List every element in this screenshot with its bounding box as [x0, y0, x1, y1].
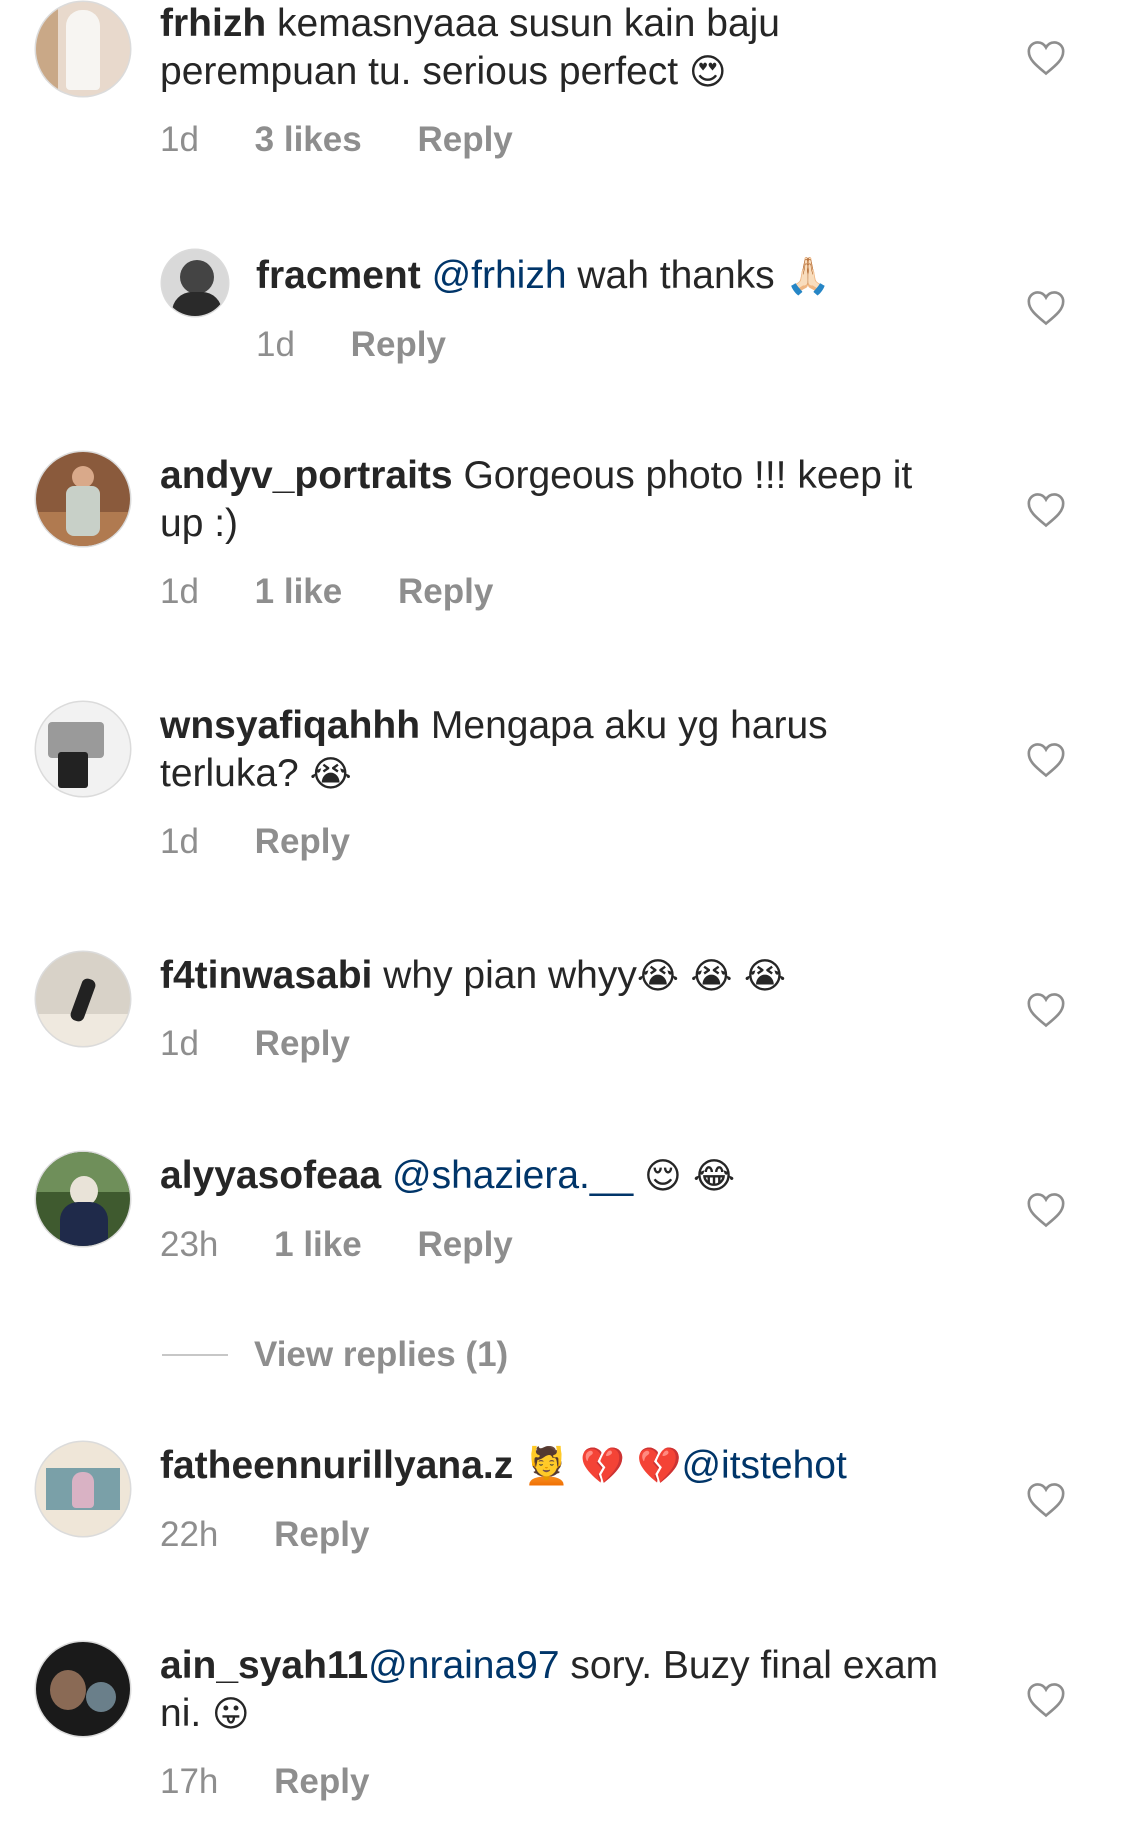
username[interactable]: fatheennurillyana.z — [160, 1444, 513, 1487]
likes-count[interactable]: 1 like — [255, 572, 343, 611]
comment-time: 1d — [256, 325, 295, 364]
view-replies-button[interactable]: View replies (1) — [162, 1335, 508, 1375]
comment-text: why pian whyy — [383, 954, 637, 997]
username[interactable]: alyyasofeaa — [160, 1154, 381, 1197]
avatar[interactable] — [36, 452, 130, 546]
mention-link[interactable]: @itstehot — [681, 1444, 846, 1487]
heart-outline-icon[interactable] — [1026, 492, 1066, 528]
avatar[interactable] — [36, 702, 130, 796]
avatar[interactable] — [36, 1642, 130, 1736]
comment-time: 23h — [160, 1225, 219, 1264]
username[interactable]: ain_syah11 — [160, 1644, 368, 1687]
reply-button[interactable]: Reply — [274, 1515, 369, 1554]
heart-outline-icon[interactable] — [1026, 1682, 1066, 1718]
heart-outline-icon[interactable] — [1026, 1482, 1066, 1518]
likes-count[interactable]: 3 likes — [255, 120, 362, 159]
relieved-face-emoji: 😌 😂 — [644, 1156, 736, 1197]
heart-outline-icon[interactable] — [1026, 40, 1066, 76]
comment-time: 1d — [160, 822, 199, 861]
comment-text: wah thanks — [577, 254, 775, 297]
reply-button[interactable]: Reply — [274, 1762, 369, 1801]
heart-outline-icon[interactable] — [1026, 290, 1066, 326]
username[interactable]: frhizh — [160, 2, 266, 45]
avatar[interactable] — [36, 952, 130, 1046]
broken-heart-emoji: 💆 💔 💔 — [524, 1446, 682, 1487]
likes-count[interactable]: 1 like — [274, 1225, 362, 1264]
avatar[interactable] — [36, 2, 130, 96]
reply-button[interactable]: Reply — [255, 822, 350, 861]
reply-button[interactable]: Reply — [398, 572, 493, 611]
comment-time: 1d — [160, 1024, 199, 1063]
reply-button[interactable]: Reply — [417, 120, 512, 159]
username[interactable]: wnsyafiqahhh — [160, 704, 420, 747]
avatar[interactable] — [36, 1442, 130, 1536]
heart-outline-icon[interactable] — [1026, 742, 1066, 778]
username[interactable]: f4tinwasabi — [160, 954, 372, 997]
view-replies-label: View replies (1) — [254, 1335, 509, 1374]
heart-eyes-emoji: 😍 — [688, 52, 727, 93]
heart-outline-icon[interactable] — [1026, 992, 1066, 1028]
comment-time: 22h — [160, 1515, 219, 1554]
reply-button[interactable]: Reply — [255, 1024, 350, 1063]
avatar[interactable] — [36, 1152, 130, 1246]
tongue-out-emoji: 😛 — [212, 1694, 250, 1735]
avatar[interactable] — [162, 250, 228, 316]
heart-outline-icon[interactable] — [1026, 1192, 1066, 1228]
crying-face-emoji: 😭 😭 😭 — [636, 956, 786, 997]
mention-link[interactable]: @frhizh — [432, 254, 567, 297]
mention-link[interactable]: @shaziera.__ — [392, 1154, 633, 1197]
folded-hands-emoji: 🙏🏻 — [785, 256, 831, 297]
reply-button[interactable]: Reply — [351, 325, 446, 364]
crying-face-emoji: 😭 — [309, 754, 352, 795]
comment-time: 1d — [160, 120, 199, 159]
username[interactable]: fracment — [256, 254, 421, 297]
divider-line — [162, 1354, 228, 1356]
username[interactable]: andyv_portraits — [160, 454, 453, 497]
mention-link[interactable]: @nraina97 — [368, 1644, 559, 1687]
comment-time: 1d — [160, 572, 199, 611]
reply-button[interactable]: Reply — [417, 1225, 512, 1264]
comment-time: 17h — [160, 1762, 219, 1801]
